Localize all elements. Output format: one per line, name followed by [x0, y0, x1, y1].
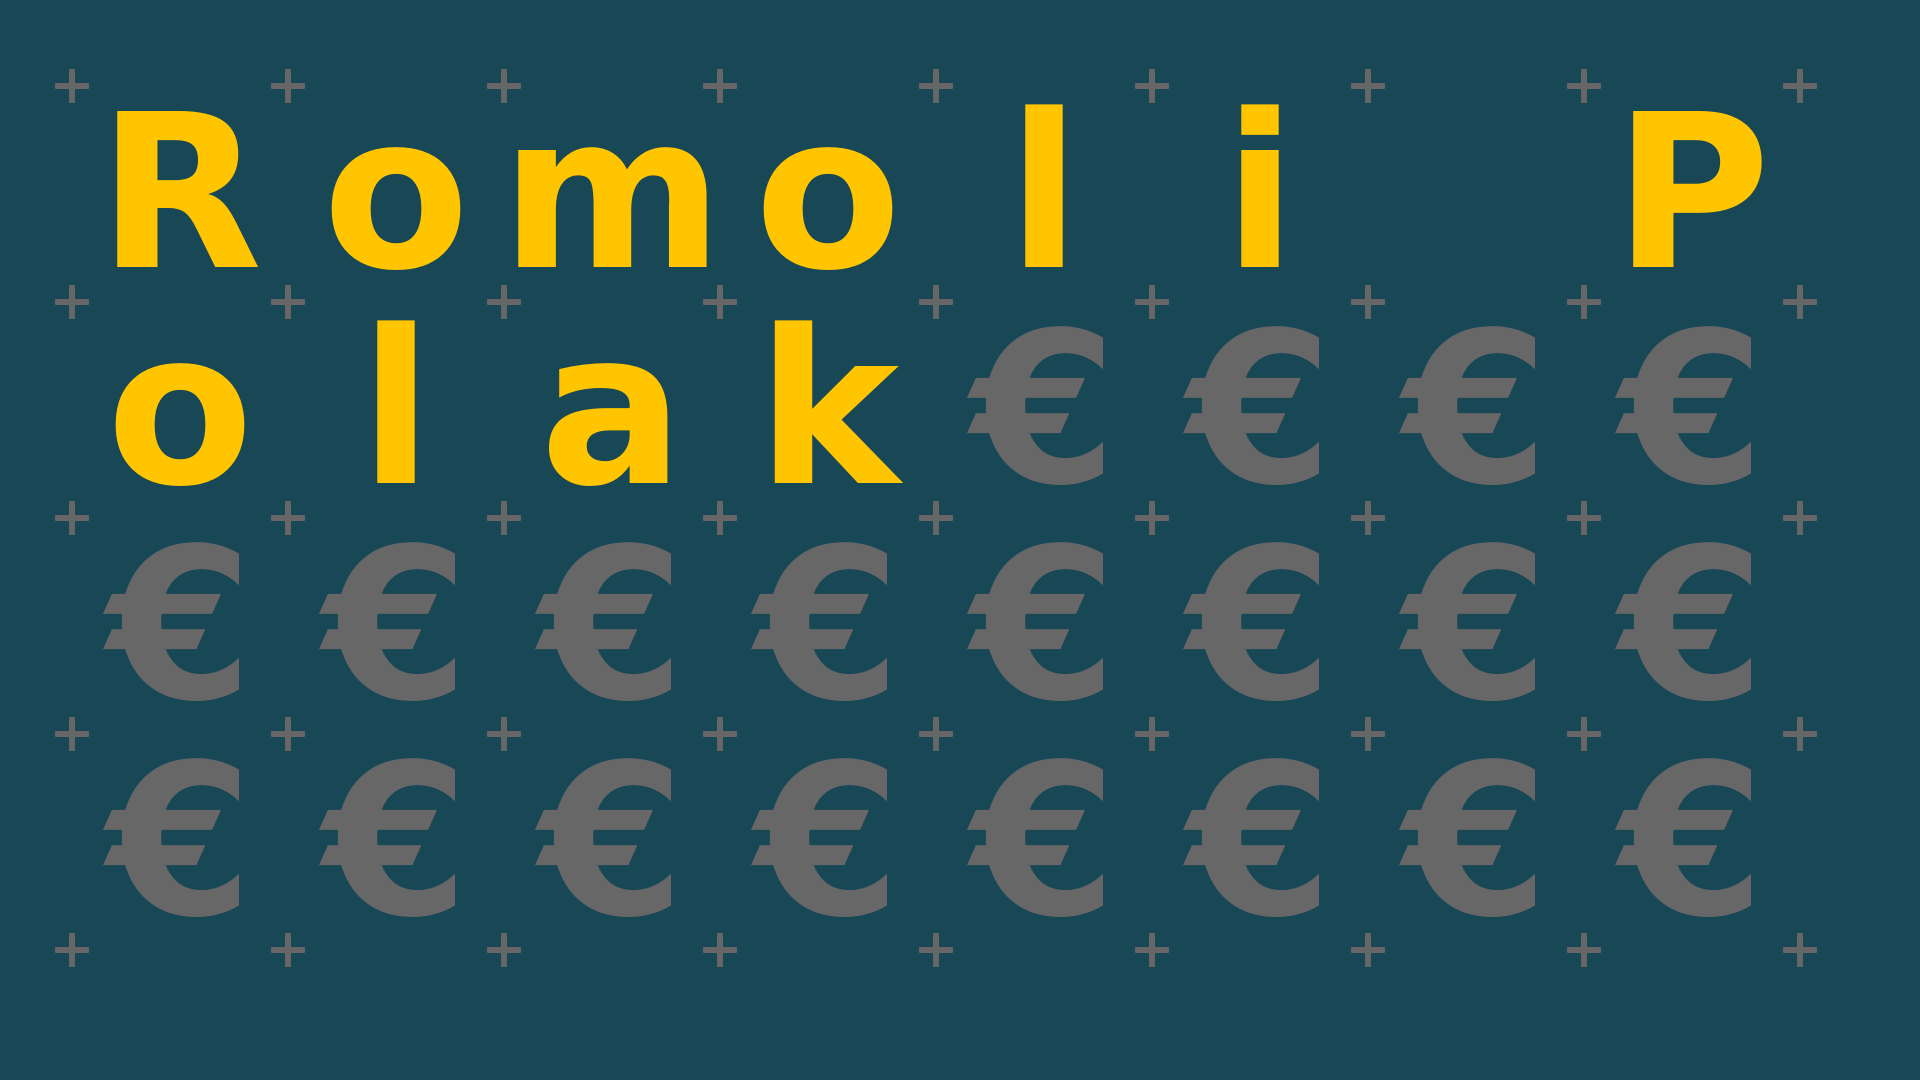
euro-tile: € — [970, 503, 1118, 748]
euro-tile: € — [322, 503, 470, 748]
letter-tile: R — [97, 69, 263, 318]
euro-tile: € — [538, 503, 686, 748]
euro-tile: € — [970, 719, 1118, 964]
euro-tile: € — [1618, 503, 1766, 748]
letter-tile: i — [1223, 69, 1297, 318]
puzzle-board: Ro m o l i Po l a k € € € € € € € € € € € € € € € € € € € € — [0, 0, 1920, 1080]
euro-tile: € — [1186, 503, 1334, 748]
letter-tile: l — [359, 285, 433, 534]
euro-tile: € — [1618, 287, 1766, 532]
letter-tile: k — [756, 285, 900, 534]
empty-tile — [1368, 86, 1584, 302]
euro-tile: € — [1402, 503, 1550, 748]
letter-tile: o — [322, 69, 470, 318]
letter-tile: m — [500, 69, 724, 318]
euro-tile: € — [970, 287, 1118, 532]
letter-tile: l — [1007, 69, 1081, 318]
euro-tile: € — [1402, 287, 1550, 532]
euro-tile: € — [754, 719, 902, 964]
euro-tile: € — [106, 503, 254, 748]
euro-tile: € — [322, 719, 470, 964]
euro-tile: € — [1402, 719, 1550, 964]
letter-tile: P — [1613, 69, 1771, 318]
letter-tile: o — [106, 285, 254, 534]
euro-tile: € — [106, 719, 254, 964]
euro-tile: € — [538, 719, 686, 964]
letter-tile: o — [754, 69, 902, 318]
euro-tile: € — [1186, 719, 1334, 964]
euro-tile: € — [1618, 719, 1766, 964]
euro-tile: € — [754, 503, 902, 748]
euro-tile: € — [1186, 287, 1334, 532]
letter-tile: a — [539, 285, 685, 534]
